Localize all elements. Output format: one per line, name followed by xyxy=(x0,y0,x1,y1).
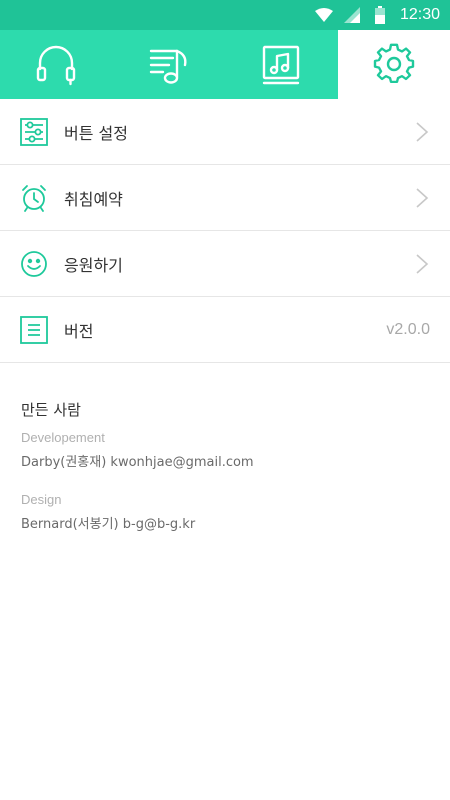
settings-item-cheer[interactable]: 응원하기 xyxy=(0,231,450,297)
settings-item-version: 버전 v2.0.0 xyxy=(0,297,450,363)
design-role: Design xyxy=(21,492,62,507)
credits-section: 만든 사람 Developement Darby(권홍재) kwonhjae@g… xyxy=(0,363,450,532)
tab-bar xyxy=(0,30,450,99)
status-time: 12:30 xyxy=(399,6,440,23)
signal-icon xyxy=(340,6,364,24)
wifi-icon xyxy=(312,6,336,24)
chevron-right-icon xyxy=(414,120,430,144)
gear-icon xyxy=(373,43,414,83)
chevron-right-icon xyxy=(414,186,430,210)
tab-headphones[interactable] xyxy=(0,30,113,99)
playlist-icon xyxy=(149,49,187,84)
music-album-icon xyxy=(263,45,300,84)
sliders-icon xyxy=(20,117,48,146)
settings-item-label: 취침예약 xyxy=(64,189,123,209)
development-role: Developement xyxy=(21,430,105,445)
status-bar: 12:30 xyxy=(0,0,450,30)
settings-item-label: 응원하기 xyxy=(64,255,123,275)
settings-list: 버튼 설정 취침예약 응원하기 버전 v2.0.0 xyxy=(0,99,450,363)
battery-icon xyxy=(368,6,392,24)
version-value: v2.0.0 xyxy=(386,320,430,338)
settings-item-label: 버튼 설정 xyxy=(64,123,128,143)
alarm-clock-icon xyxy=(20,184,48,212)
settings-item-button-settings[interactable]: 버튼 설정 xyxy=(0,99,450,165)
design-person: Bernard(서봉기) b-g@b-g.kr xyxy=(21,517,196,532)
headphones-icon xyxy=(37,45,76,85)
tab-album[interactable] xyxy=(225,30,338,99)
tab-playlist[interactable] xyxy=(113,30,226,99)
settings-item-label: 버전 xyxy=(64,321,94,341)
smiley-icon xyxy=(20,250,48,278)
credits-title: 만든 사람 xyxy=(21,401,81,419)
document-icon xyxy=(20,315,48,344)
development-person: Darby(권홍재) kwonhjae@gmail.com xyxy=(21,455,254,470)
settings-item-sleep-timer[interactable]: 취침예약 xyxy=(0,165,450,231)
tab-settings[interactable] xyxy=(337,30,450,99)
chevron-right-icon xyxy=(414,252,430,276)
